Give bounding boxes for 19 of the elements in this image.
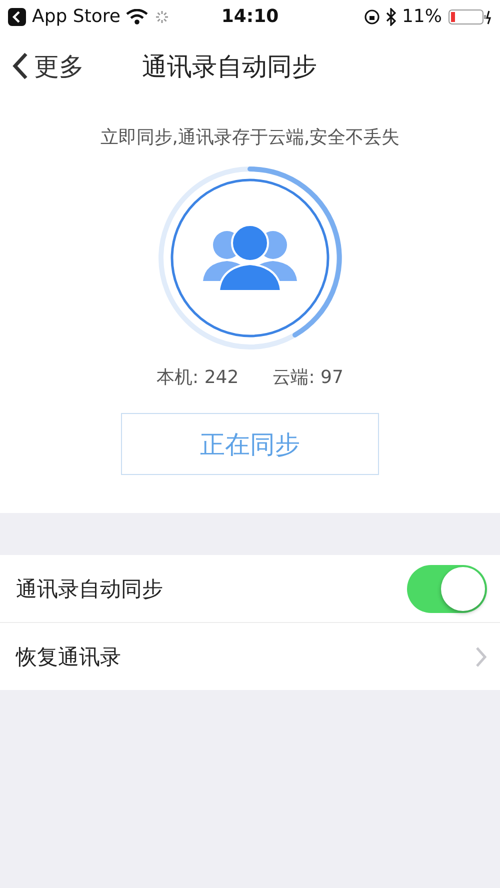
local-count: 本机: 242	[156, 366, 239, 389]
bluetooth-icon	[386, 8, 396, 26]
battery-icon	[448, 8, 492, 24]
loading-icon	[154, 8, 170, 24]
wifi-icon	[126, 8, 148, 24]
back-button[interactable]: 更多	[12, 50, 142, 82]
battery-percent: 11%	[402, 6, 442, 27]
chevron-left-icon	[12, 52, 28, 80]
back-app-label[interactable]: App Store	[32, 6, 120, 27]
toggle-switch[interactable]	[407, 564, 487, 612]
sync-tagline: 立即同步,通讯录存于云端,安全不丢失	[100, 126, 400, 149]
chevron-icon[interactable]	[475, 646, 487, 668]
rotation-lock-icon	[364, 8, 380, 24]
back-icon[interactable]	[8, 8, 26, 26]
clock-time: 14:10	[221, 6, 279, 27]
setting-label: 恢复通讯录	[16, 644, 122, 670]
cloud-count: 云端: 97	[272, 366, 344, 389]
setting-label: 通讯录自动同步	[16, 576, 164, 602]
page-title: 通讯录自动同步	[142, 50, 317, 82]
